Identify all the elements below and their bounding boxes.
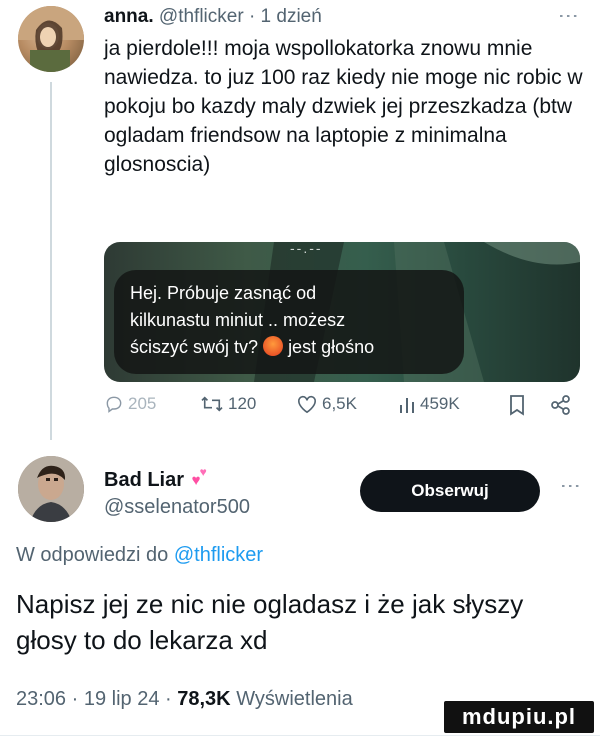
reply-action[interactable]: 205: [104, 394, 156, 414]
tweet2-handle[interactable]: @sselenator500: [104, 496, 250, 519]
tweet2-time[interactable]: 23:06: [16, 688, 66, 710]
message-bubble: Hej. Próbuje zasnąć od kilkunastu miniut…: [114, 270, 464, 374]
tweet2-views-label: Wyświetlenia: [236, 688, 353, 710]
like-count: 6,5K: [322, 394, 357, 413]
views-count: 459K: [420, 394, 460, 413]
more-options-icon[interactable]: ⋮: [556, 6, 580, 27]
retweet-icon: [201, 396, 223, 412]
share-icon: [551, 395, 570, 415]
tweet1-media-image[interactable]: --.-- Hej. Próbuje zasnąć od kilkunastu …: [104, 242, 580, 382]
tweet2-author[interactable]: Bad Liar ♥ ♥: [104, 465, 214, 492]
divider: [0, 735, 600, 736]
tweet1-actions: 205 120 6,5K 459K: [104, 394, 580, 424]
heart-icon: [298, 395, 316, 414]
pink-hearts-emoji-icon: ♥ ♥: [191, 465, 207, 489]
tweet2-text: Napisz jej ze nic nie ogladasz i że jak …: [16, 589, 524, 655]
tweet1-time[interactable]: 1 dzień: [261, 6, 322, 27]
avatar-anna[interactable]: [18, 6, 84, 72]
message-line-3: ściszyć swój tv? jest głośno: [130, 334, 448, 361]
message-line-3a: ściszyć swój tv?: [130, 337, 259, 357]
tweet2-meta: 23:06 · 19 lip 24 · 78,3K Wyświetlenia: [16, 688, 353, 710]
tweet1-text: ja pierdole!!! moja wspollokatorka znowu…: [104, 37, 583, 176]
views-action[interactable]: 459K: [398, 394, 460, 414]
retweet-action[interactable]: 120: [200, 394, 256, 414]
share-action[interactable]: [550, 394, 572, 416]
reply-mention-link[interactable]: @thflicker: [174, 544, 263, 566]
tweet2-views-count: 78,3K: [177, 688, 231, 710]
thread-line: [50, 82, 52, 440]
tweet1-separator: ·: [248, 6, 256, 27]
views-chart-icon: [400, 398, 414, 413]
bookmark-action[interactable]: [508, 394, 526, 416]
tweet1-handle[interactable]: @thflicker: [159, 6, 244, 27]
like-action[interactable]: 6,5K: [296, 394, 357, 414]
reply-count: 205: [128, 394, 157, 413]
tweet1-author-name[interactable]: anna.: [104, 6, 154, 27]
more-options-icon[interactable]: ⋮: [558, 476, 582, 497]
hot-face-emoji-icon: [263, 336, 284, 356]
tweet2-date[interactable]: 19 lip 24: [84, 688, 160, 710]
message-line-1: Hej. Próbuje zasnąć od: [130, 283, 317, 303]
retweet-count: 120: [228, 394, 257, 413]
media-clock-text: --.--: [290, 242, 323, 256]
reply-icon: [106, 396, 122, 413]
reply-prefix: W odpowiedzi do: [16, 544, 169, 566]
tweet1-header: anna. @thflicker · 1 dzień: [104, 4, 322, 30]
tweet2-author-name: Bad Liar: [104, 469, 185, 491]
bookmark-icon: [510, 395, 524, 416]
message-line-2: kilkunastu miniut .. możesz: [130, 310, 346, 330]
message-line-3b: jest głośno: [288, 337, 375, 357]
reply-context: W odpowiedzi do @thflicker: [16, 544, 263, 567]
avatar-bad-liar[interactable]: [18, 456, 84, 522]
follow-button[interactable]: Obserwuj: [360, 470, 540, 512]
site-watermark-logo: mdupiu.pl: [444, 701, 594, 733]
